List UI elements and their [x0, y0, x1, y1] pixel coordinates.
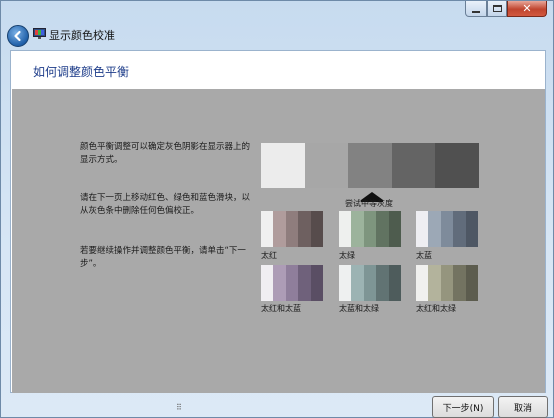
close-icon: ✕: [522, 2, 532, 15]
swatch-step: [273, 265, 286, 301]
minimize-icon: [472, 10, 480, 13]
maximize-icon: [492, 5, 502, 12]
gray-step: [348, 143, 392, 188]
swatch-label: 太红和太绿: [416, 304, 456, 313]
swatch-step: [285, 211, 299, 247]
gray-step: [261, 143, 305, 188]
close-button[interactable]: ✕: [507, 1, 547, 17]
swatch-step: [351, 265, 364, 301]
window-controls: ✕: [465, 1, 547, 17]
swatch-label: 太红和太蓝: [261, 304, 301, 313]
swatch-step: [285, 265, 299, 301]
swatch-step: [298, 265, 311, 301]
swatch-label: 太蓝: [416, 251, 432, 260]
swatch-label: 太绿: [339, 251, 355, 260]
minimize-button[interactable]: [465, 1, 487, 17]
pointer-label: 尝试中等灰度: [345, 199, 393, 208]
swatch-step: [440, 211, 454, 247]
gray-step: [304, 143, 349, 188]
swatch-step: [388, 265, 402, 301]
swatch-step: [273, 211, 286, 247]
instruction-paragraph-3: 若要继续操作并调整颜色平衡，请单击“下一步”。: [80, 246, 246, 269]
swatch-step: [453, 265, 466, 301]
swatch-step: [261, 265, 274, 301]
swatch-step: [440, 265, 454, 301]
swatch-step: [416, 211, 429, 247]
swatch-step: [416, 265, 429, 301]
swatch-step: [428, 211, 441, 247]
grip-dots-icon: ⠿: [176, 403, 182, 412]
swatch-step: [261, 211, 274, 247]
gray-scale-strip: [261, 143, 479, 188]
swatch-too-blue-and-green: [339, 265, 402, 301]
swatch-too-blue: [416, 211, 479, 247]
next-button[interactable]: 下一步(N): [432, 396, 494, 418]
swatch-too-red-and-green: [416, 265, 479, 301]
swatch-step: [453, 211, 466, 247]
swatch-step: [465, 265, 479, 301]
swatch-step: [465, 211, 479, 247]
swatch-step: [363, 211, 377, 247]
swatch-step: [339, 211, 352, 247]
swatch-step: [339, 265, 352, 301]
back-button[interactable]: [7, 25, 29, 47]
swatch-step: [310, 265, 324, 301]
swatch-step: [376, 211, 389, 247]
swatch-too-green: [339, 211, 402, 247]
swatch-too-red-and-blue: [261, 265, 324, 301]
display-calibration-app-icon: [33, 28, 46, 39]
window-frame: ✕ 显示颜色校准 如何调整颜色平衡 颜色平衡调整可以确定灰色阴影在显示器上的显示…: [0, 0, 554, 418]
swatch-too-red: [261, 211, 324, 247]
swatch-step: [310, 211, 324, 247]
swatch-step: [376, 265, 389, 301]
swatch-label: 太蓝和太绿: [339, 304, 379, 313]
swatch-label: 太红: [261, 251, 277, 260]
gray-step: [435, 143, 479, 188]
swatch-step: [363, 265, 377, 301]
instruction-paragraph-2: 请在下一页上移动红色、绿色和蓝色滑块，以从灰色条中删除任何色偏校正。: [80, 193, 251, 216]
instruction-paragraph-1: 颜色平衡调整可以确定灰色阴影在显示器上的显示方式。: [80, 142, 251, 165]
swatch-step: [428, 265, 441, 301]
swatch-step: [298, 211, 311, 247]
swatch-step: [388, 211, 402, 247]
window-title: 显示颜色校准: [49, 29, 115, 42]
maximize-button[interactable]: [487, 1, 507, 17]
cancel-button[interactable]: 取消: [498, 396, 548, 418]
page-title: 如何调整颜色平衡: [33, 65, 130, 79]
gray-step: [391, 143, 436, 188]
swatch-step: [351, 211, 364, 247]
back-arrow-icon: [14, 30, 21, 42]
